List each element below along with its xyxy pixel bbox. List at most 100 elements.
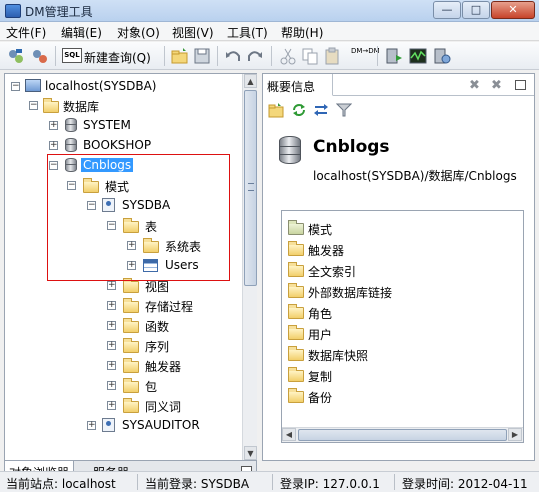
- folder-icon: [123, 358, 139, 373]
- expand-toggle[interactable]: +: [107, 321, 116, 330]
- folder-icon: [123, 298, 139, 313]
- tree-label: BOOKSHOP: [83, 138, 152, 152]
- folder-icon: [288, 346, 304, 361]
- maximize-button[interactable]: □: [462, 1, 490, 19]
- database-path: localhost(SYSDBA)/数据库/Cnblogs: [313, 169, 517, 183]
- list-item-label: 模式: [308, 223, 333, 237]
- list-item-label: 外部数据库链接: [308, 286, 393, 300]
- expand-toggle[interactable]: +: [107, 401, 116, 410]
- folder-icon: [288, 388, 304, 403]
- tree-label: 序列: [145, 340, 170, 354]
- folder-icon: [288, 283, 304, 298]
- tree-label: SYSTEM: [83, 118, 131, 132]
- undo-icon[interactable]: [224, 47, 242, 65]
- status-current-login: 当前登录: SYSDBA: [145, 477, 250, 491]
- list-item-label: 全文索引: [308, 265, 357, 279]
- folder-icon: [288, 262, 304, 277]
- dm-to-dm-icon[interactable]: DM→DM: [351, 47, 380, 65]
- scrollbar-thumb[interactable]: [298, 429, 507, 441]
- grip-icon: [248, 183, 254, 191]
- minimize-button[interactable]: —: [433, 1, 461, 19]
- expand-toggle[interactable]: +: [107, 361, 116, 370]
- toolbar-separator: [164, 46, 165, 66]
- menu-object[interactable]: 对象(O): [117, 24, 160, 41]
- folder-icon: [123, 398, 139, 413]
- expand-toggle[interactable]: +: [107, 341, 116, 350]
- collapse-toggle[interactable]: −: [11, 82, 20, 91]
- settings-icon[interactable]: [433, 47, 451, 65]
- database-icon: [65, 138, 77, 152]
- redo-icon[interactable]: [246, 47, 264, 65]
- list-horizontal-scrollbar[interactable]: ◀ ▶: [282, 427, 523, 442]
- menu-edit[interactable]: 编辑(E): [61, 24, 102, 41]
- sync-arrows-icon[interactable]: [313, 102, 329, 118]
- expand-toggle[interactable]: +: [87, 421, 96, 430]
- collapse-toggle[interactable]: −: [29, 101, 38, 110]
- menu-file[interactable]: 文件(F): [6, 24, 46, 41]
- list-item-label: 触发器: [308, 244, 345, 258]
- folder-icon: [288, 241, 304, 256]
- connect-icon[interactable]: [7, 47, 25, 65]
- close-panel-icon[interactable]: ✖: [469, 78, 480, 93]
- tree-vertical-scrollbar[interactable]: ▲ ▼: [242, 74, 257, 460]
- menu-view[interactable]: 视图(V): [172, 24, 214, 41]
- panel-maximize-icon[interactable]: [515, 80, 526, 90]
- expand-toggle[interactable]: +: [49, 121, 58, 130]
- scrollbar-thumb[interactable]: [244, 90, 257, 286]
- monitor-icon[interactable]: [409, 47, 427, 65]
- open-folder-icon[interactable]: [171, 47, 189, 65]
- expand-toggle[interactable]: +: [107, 281, 116, 290]
- save-icon[interactable]: [193, 47, 211, 65]
- filter-icon[interactable]: [335, 102, 353, 118]
- tree-label: 包: [145, 380, 158, 394]
- open-folder-icon[interactable]: [268, 102, 284, 118]
- refresh-icon[interactable]: [291, 102, 307, 118]
- list-item-label: 用户: [308, 328, 333, 342]
- object-browser-panel: − localhost(SYSDBA) − 数据库 + SYSTEM + BOO…: [4, 73, 257, 461]
- folder-icon: [288, 304, 304, 319]
- toolbar-separator: [377, 46, 378, 66]
- tree-label: localhost(SYSDBA): [45, 79, 157, 93]
- new-query-button[interactable]: 新建查询(Q): [84, 49, 151, 66]
- expand-toggle[interactable]: +: [49, 141, 58, 150]
- window-title: DM管理工具: [25, 5, 93, 19]
- list-item-label: 角色: [308, 307, 333, 321]
- tab-overview[interactable]: 概要信息: [263, 74, 333, 96]
- database-name-heading: Cnblogs: [313, 137, 390, 157]
- app-logo-icon: [5, 4, 21, 18]
- folder-icon: [288, 325, 304, 340]
- tree-label: SYSAUDITOR: [122, 418, 200, 432]
- toolbar-separator: [217, 46, 218, 66]
- tree-label: 数据库: [63, 100, 100, 114]
- status-current-site: 当前站点: localhost: [6, 477, 116, 491]
- folder-icon: [123, 278, 139, 293]
- close-button[interactable]: ✕: [491, 1, 535, 19]
- scroll-right-arrow-icon[interactable]: ▶: [508, 428, 522, 441]
- expand-toggle[interactable]: +: [107, 381, 116, 390]
- menu-tools[interactable]: 工具(T): [227, 24, 268, 41]
- tree-label: 函数: [145, 320, 170, 334]
- tree-label: 同义词: [145, 400, 182, 414]
- folder-icon: [43, 98, 59, 113]
- list-item-label: 备份: [308, 391, 333, 405]
- user-icon: [102, 418, 115, 432]
- status-login-time: 登录时间: 2012-04-11: [402, 477, 528, 491]
- object-type-list: 模式 触发器 全文索引 外部数据库链接 角色 用户 数据库快照 复制 备份 ◀ …: [281, 210, 524, 443]
- close-all-icon[interactable]: ✖: [491, 78, 502, 93]
- copy-icon[interactable]: [301, 47, 319, 65]
- expand-toggle[interactable]: +: [107, 301, 116, 310]
- scroll-down-arrow-icon[interactable]: ▼: [244, 446, 257, 460]
- sql-icon[interactable]: SQL: [62, 48, 82, 63]
- disconnect-icon[interactable]: [31, 47, 49, 65]
- tree-label: 触发器: [145, 360, 182, 374]
- server-start-icon[interactable]: [385, 47, 403, 65]
- menu-help[interactable]: 帮助(H): [281, 24, 323, 41]
- scroll-up-arrow-icon[interactable]: ▲: [244, 74, 257, 88]
- folder-icon: [123, 318, 139, 333]
- toolbar: SQL 新建查询(Q) DM→DM: [0, 42, 539, 70]
- status-separator: [272, 474, 273, 490]
- cut-icon[interactable]: [279, 47, 297, 65]
- paste-icon[interactable]: [323, 47, 341, 65]
- folder-icon: [123, 338, 139, 353]
- scroll-left-arrow-icon[interactable]: ◀: [282, 428, 296, 441]
